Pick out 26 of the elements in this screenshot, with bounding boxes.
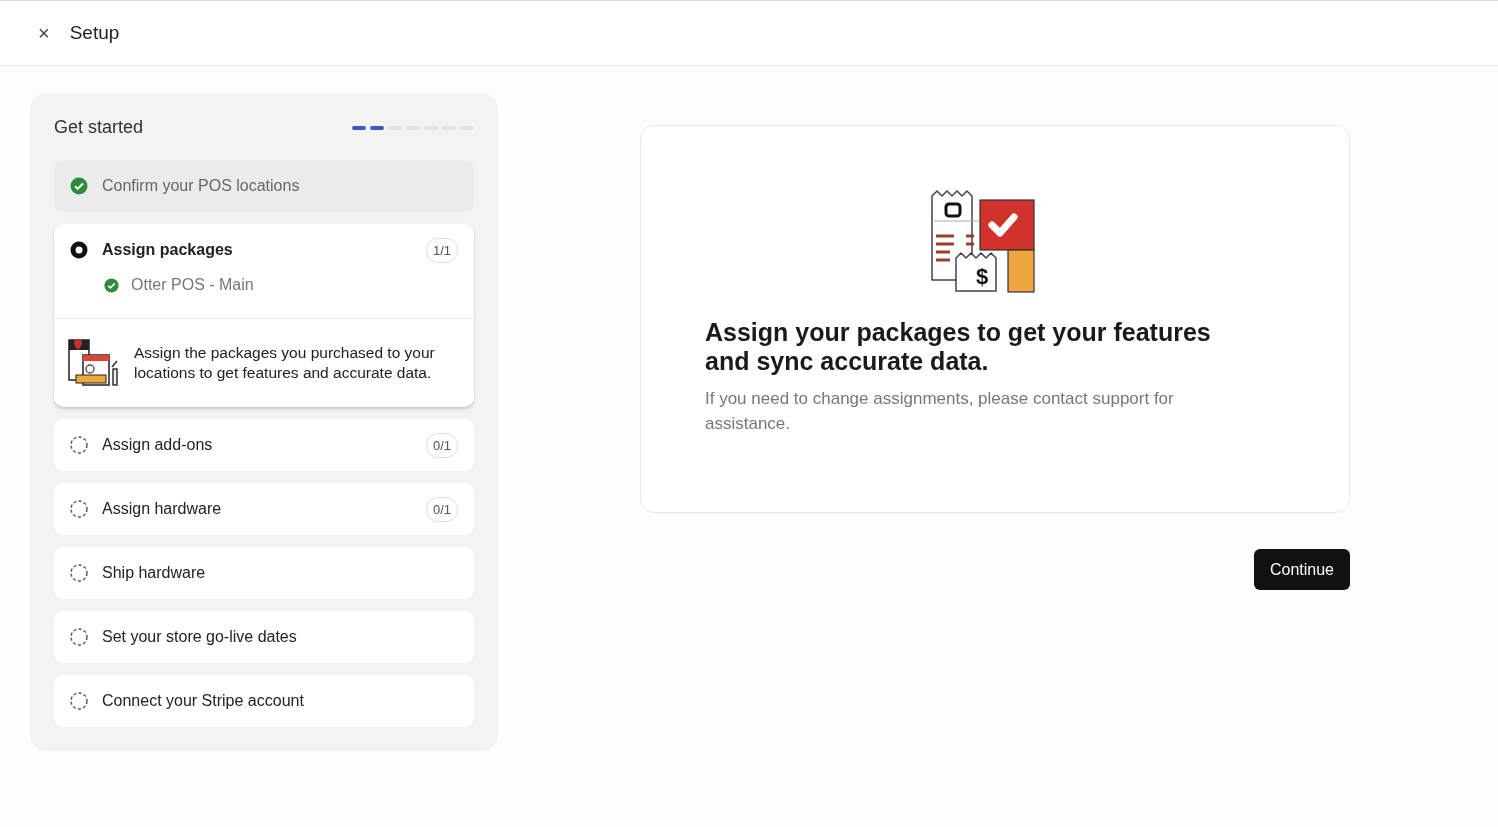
step-card[interactable]: Assign hardware 0/1	[54, 483, 474, 535]
step-card[interactable]: Ship hardware	[54, 547, 474, 599]
continue-button[interactable]: Continue	[1253, 549, 1350, 590]
step-card[interactable]: Assign add-ons 0/1	[54, 419, 474, 471]
step-label: Confirm your POS locations	[102, 177, 301, 195]
step-card[interactable]: Assign packages 1/1 Otter POS - Main Assign the packages you purchased to your locations to get features and accurate data.	[54, 224, 474, 407]
step-count: 0/1	[425, 432, 458, 458]
close-button[interactable]: ×	[38, 21, 50, 45]
store-illustration-icon	[68, 337, 120, 389]
step-card[interactable]: Connect your Stripe account	[54, 675, 474, 727]
step-count: 1/1	[425, 237, 458, 263]
step-label: Assign hardware	[102, 500, 223, 518]
panel-title: Get started	[54, 117, 144, 138]
page-title: Setup	[69, 22, 120, 44]
step-label: Assign packages	[102, 241, 234, 259]
step-count: 0/1	[425, 496, 458, 522]
step-card[interactable]: Confirm your POS locations	[54, 160, 474, 212]
card-heading: Assign your packages to get your features and sync accurate data.	[705, 318, 1212, 376]
step-label: Connect your Stripe account	[102, 692, 305, 710]
step-label: Assign add-ons	[102, 436, 214, 454]
step-label: Ship hardware	[102, 564, 207, 582]
step-card[interactable]: Set your store go-live dates	[54, 611, 474, 663]
location-label: Otter POS - Main	[131, 276, 254, 294]
step-description: Assign the packages you purchased to your locations to get features and accurate data.	[134, 343, 436, 383]
card-body: If you need to change assignments, please contact support for assistance.	[705, 388, 1175, 435]
step-label: Set your store go-live dates	[102, 628, 298, 646]
